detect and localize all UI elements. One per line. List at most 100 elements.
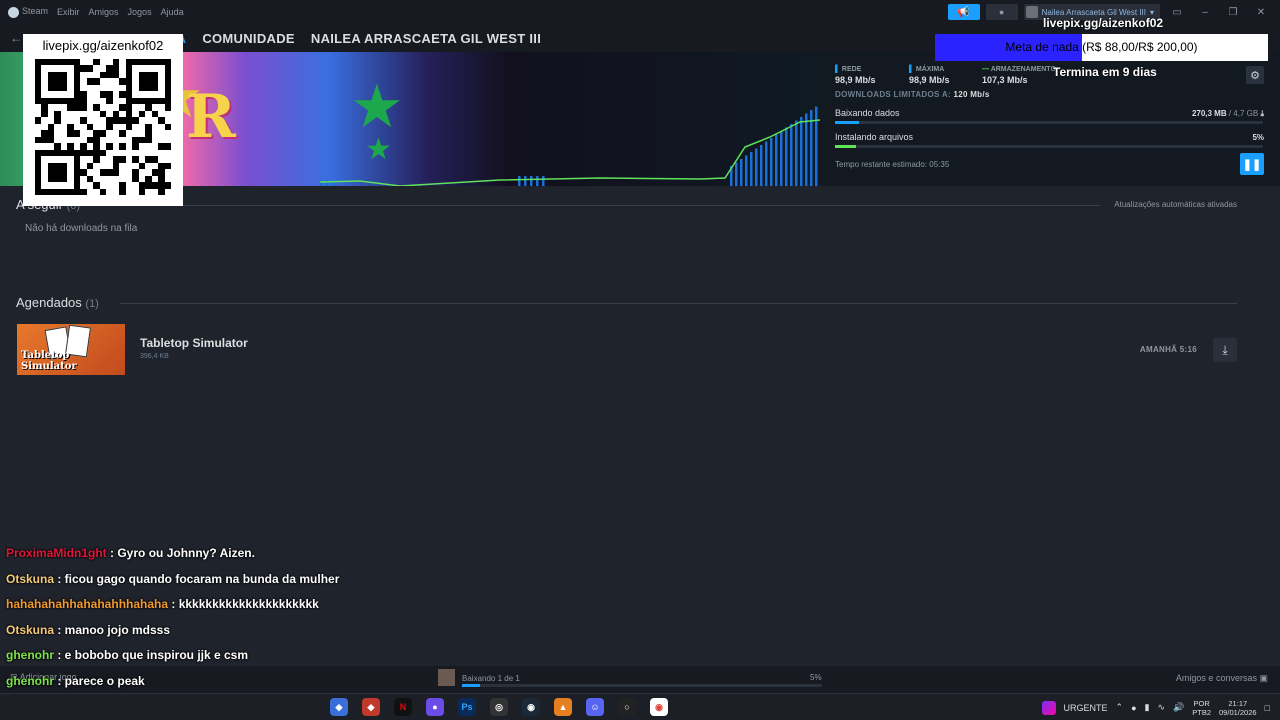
urgent-label[interactable]: URGENTE bbox=[1064, 703, 1108, 713]
graph-bar bbox=[755, 148, 758, 186]
installing-progress-bar bbox=[835, 145, 1263, 148]
app-icon[interactable]: ◆ bbox=[330, 698, 348, 716]
chat-message: ghenohr : e bobobo que inspirou jjk e cs… bbox=[6, 646, 426, 672]
graph-bar bbox=[795, 120, 798, 186]
keyboard-language[interactable]: POR PTB2 bbox=[1192, 699, 1211, 717]
downloading-progress-bar bbox=[835, 121, 1263, 124]
stat-disk-value: 107,3 Mb/s bbox=[982, 75, 1028, 85]
downloading-game-thumb bbox=[438, 669, 455, 686]
qr-code-image bbox=[35, 59, 171, 195]
goal-url: livepix.gg/aizenkof02 bbox=[1043, 16, 1164, 30]
network-icon[interactable]: ● bbox=[1131, 703, 1136, 713]
bell-icon[interactable]: ● bbox=[985, 4, 1018, 20]
menu-exibir[interactable]: Exibir bbox=[57, 7, 80, 17]
graph-bar bbox=[815, 106, 818, 186]
gear-icon[interactable]: ⚙ bbox=[1246, 66, 1264, 84]
menu-amigos[interactable]: Amigos bbox=[89, 7, 119, 17]
stat-network: ▌ REDE 98,9 Mb/s bbox=[835, 66, 876, 85]
chat-message: Otskuna : manoo jojo mdsss bbox=[6, 621, 426, 647]
avatar bbox=[1025, 6, 1038, 18]
statusbar-downloading[interactable]: Baixando 1 de 1 bbox=[462, 674, 520, 683]
app-icon[interactable]: ● bbox=[426, 698, 444, 716]
scheduled-divider bbox=[120, 303, 1237, 304]
close-icon[interactable]: ✕ bbox=[1250, 7, 1272, 18]
chat-username: ghenohr bbox=[6, 648, 54, 663]
download-icon: ⤓ bbox=[1222, 342, 1228, 357]
discord-icon[interactable]: ☺ bbox=[586, 698, 604, 716]
chrome-icon[interactable]: ◉ bbox=[650, 698, 668, 716]
system-tray: URGENTE ⌃ ● ▮ ∿ 🔊 POR PTB2 21:17 09/01/2… bbox=[1041, 694, 1280, 720]
graph-bar bbox=[518, 176, 521, 186]
steam-menu-item[interactable]: Steam bbox=[8, 6, 48, 18]
graph-bar bbox=[745, 155, 748, 186]
graph-bar bbox=[770, 138, 773, 186]
taskbar-apps: ◆ ◆ N ● Ps ◎ ◉ ▲ ☺ ○ ◉ bbox=[330, 698, 668, 716]
chat-username: ProximaMidn1ght bbox=[6, 546, 107, 560]
qr-code-card: livepix.gg/aizenkof02 bbox=[23, 34, 183, 206]
bar-chart-icon: ▌ bbox=[909, 66, 914, 73]
nav-profile[interactable]: NAILEA ARRASCAETA GIL WEST III bbox=[311, 31, 541, 46]
app-icon[interactable]: ◎ bbox=[490, 698, 508, 716]
download-stats-panel: ▌ REDE 98,9 Mb/s ▌ MÁXIMA 98,9 Mb/s — AR… bbox=[820, 52, 1280, 186]
back-arrow-icon[interactable]: ← bbox=[10, 31, 22, 45]
download-now-button[interactable]: ⤓ bbox=[1213, 338, 1237, 362]
friends-chat-button[interactable]: Amigos e conversas ▣ bbox=[1176, 673, 1268, 684]
pause-button[interactable]: ❚❚ bbox=[1240, 153, 1264, 175]
downloading-label: Baixando dados bbox=[835, 108, 900, 118]
queue-empty-message: Não há downloads na fila bbox=[25, 223, 138, 234]
maximize-icon[interactable]: ❐ bbox=[1222, 7, 1244, 18]
graph-bar bbox=[320, 180, 323, 186]
scheduled-time: AMANHÃ 5:16 bbox=[1139, 345, 1197, 354]
game-name[interactable]: Tabletop Simulator bbox=[140, 336, 248, 350]
goal-text: Meta de nada (R$ 88,00/R$ 200,00) bbox=[1005, 40, 1198, 54]
downloading-progress-fill bbox=[835, 121, 860, 124]
chat-icon: ▣ bbox=[1259, 673, 1268, 683]
graph-bar bbox=[780, 131, 783, 186]
volume-icon[interactable]: 🔊 bbox=[1173, 702, 1184, 713]
app-icon[interactable]: ◆ bbox=[362, 698, 380, 716]
chat-message: ProximaMidn1ght : Gyro ou Johnny? Aizen. bbox=[6, 544, 426, 570]
game-size: 396,4 KB bbox=[140, 353, 169, 360]
menu-ajuda[interactable]: Ajuda bbox=[161, 7, 184, 17]
clock[interactable]: 21:17 09/01/2026 bbox=[1219, 699, 1257, 717]
big-picture-icon[interactable]: ▭ bbox=[1166, 7, 1188, 18]
obs-icon[interactable]: ○ bbox=[618, 698, 636, 716]
windows-taskbar: ◆ ◆ N ● Ps ◎ ◉ ▲ ☺ ○ ◉ URGENTE ⌃ ● ▮ ∿ 🔊… bbox=[0, 693, 1280, 720]
chat-message: hahahahahhahahahhhahaha : kkkkkkkkkkkkkk… bbox=[6, 595, 426, 621]
goal-progress-bar: Meta de nada (R$ 88,00/R$ 200,00) bbox=[935, 34, 1268, 61]
urgent-app-icon[interactable] bbox=[1041, 700, 1056, 715]
notification-icon[interactable]: □ bbox=[1265, 703, 1270, 713]
graph-bar bbox=[800, 117, 803, 186]
netflix-icon[interactable]: N bbox=[394, 698, 412, 716]
line-icon: — bbox=[982, 66, 989, 73]
megaphone-icon[interactable]: 📢 bbox=[947, 4, 980, 20]
stat-peak-value: 98,9 Mb/s bbox=[909, 75, 950, 85]
auto-updates-status: Atualizações automáticas ativadas bbox=[1114, 200, 1237, 209]
steam-icon[interactable]: ◉ bbox=[522, 698, 540, 716]
game-thumbnail[interactable]: Tabletop Simulator bbox=[17, 324, 125, 375]
mic-icon[interactable]: ▮ bbox=[1145, 702, 1150, 713]
app-icon[interactable]: ▲ bbox=[554, 698, 572, 716]
steam-logo-icon bbox=[8, 6, 19, 18]
queue-divider bbox=[100, 205, 1100, 206]
graph-bar bbox=[775, 134, 778, 186]
statusbar-progress bbox=[462, 684, 822, 687]
photoshop-icon[interactable]: Ps bbox=[458, 698, 476, 716]
menu-jogos[interactable]: Jogos bbox=[128, 7, 152, 17]
chat-text: : parece o peak bbox=[54, 673, 145, 688]
chat-username: Otskuna bbox=[6, 622, 55, 637]
thumbnail-title: Tabletop Simulator bbox=[21, 350, 77, 372]
chevron-up-icon[interactable]: ⌃ bbox=[1116, 702, 1124, 713]
graph-bar bbox=[760, 145, 763, 186]
minimize-icon[interactable]: – bbox=[1194, 7, 1216, 18]
graph-bar bbox=[805, 113, 808, 186]
nav-community[interactable]: COMUNIDADE bbox=[202, 31, 295, 46]
installing-label: Instalando arquivos bbox=[835, 132, 914, 142]
chat-message: Otskuna : ficou gago quando focaram na b… bbox=[6, 570, 426, 596]
graph-bar bbox=[735, 162, 738, 186]
graph-bar bbox=[750, 152, 753, 186]
graph-bar bbox=[536, 176, 539, 186]
wifi-icon[interactable]: ∿ bbox=[1157, 702, 1165, 713]
graph-bar bbox=[326, 180, 329, 186]
stat-network-value: 98,9 Mb/s bbox=[835, 75, 876, 85]
